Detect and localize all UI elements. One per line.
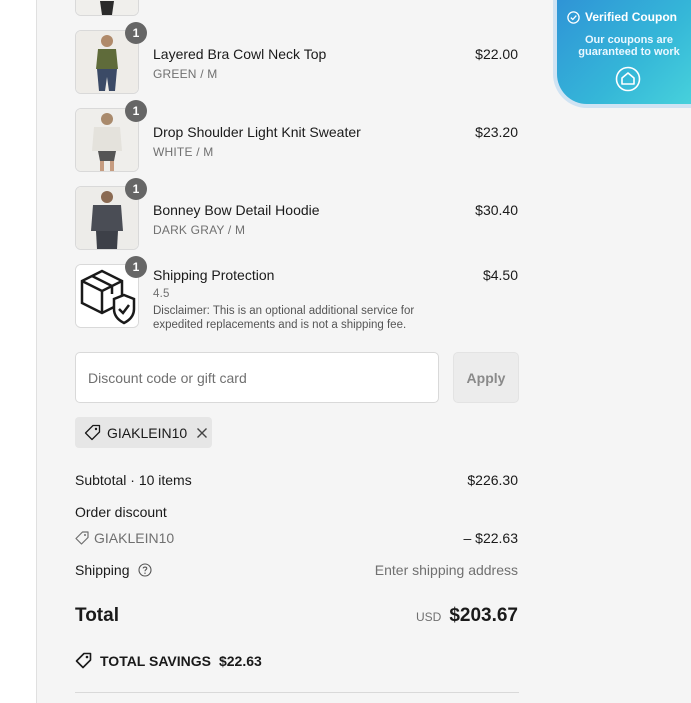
product-variant: DARK GRAY / M	[153, 223, 246, 237]
shipping-row: Shipping	[75, 562, 152, 578]
check-circle-icon	[567, 10, 580, 24]
quantity-badge: 1	[125, 178, 147, 200]
total-savings: TOTAL SAVINGS $22.63	[75, 652, 262, 669]
total-amount: $203.67	[449, 605, 518, 626]
shipping-protection-price: $4.50	[482, 267, 518, 283]
coupon-widget-title-text: Verified Coupon	[585, 10, 678, 24]
divider	[75, 692, 519, 693]
savings-label: TOTAL SAVINGS	[100, 652, 211, 669]
savings-tag-icon	[75, 652, 92, 669]
product-thumbnail: 1	[75, 22, 147, 94]
order-discount-label: Order discount	[75, 504, 167, 520]
product-photo	[76, 0, 138, 15]
left-panel-edge	[0, 0, 37, 703]
order-discount-code: GIAKLEIN10	[75, 530, 174, 546]
product-price: $23.20	[475, 124, 518, 140]
shipping-label: Shipping	[75, 562, 130, 578]
product-name: Bonney Bow Detail Hoodie	[153, 202, 320, 218]
shipping-protection-rating: 4.5	[153, 288, 170, 300]
subtotal-label: Subtotal · 10 items	[75, 472, 192, 488]
product-name: Drop Shoulder Light Knit Sweater	[153, 124, 361, 140]
product-price: $22.00	[475, 46, 518, 62]
apply-discount-button[interactable]: Apply	[453, 352, 519, 403]
discount-code-input[interactable]	[75, 352, 439, 403]
shipping-protection-name: Shipping Protection	[153, 267, 275, 283]
coupon-logo-icon	[615, 66, 641, 92]
coupon-widget-title: Verified Coupon	[567, 10, 677, 24]
product-variant: GREEN / M	[153, 67, 218, 81]
total-label: Total	[75, 605, 119, 626]
total-value-group: USD $203.67	[416, 605, 518, 627]
checkout-page: 1 Layered Bra Cowl Neck Top GREEN / M $2…	[0, 0, 691, 703]
quantity-badge: 1	[125, 100, 147, 122]
tag-icon	[84, 424, 101, 441]
shipping-protection-thumbnail: 1	[75, 256, 147, 328]
coupon-widget-subtitle: Our coupons are guaranteed to work	[578, 34, 680, 58]
remove-discount-icon[interactable]	[196, 427, 208, 439]
help-icon[interactable]	[138, 563, 152, 577]
product-name: Layered Bra Cowl Neck Top	[153, 46, 327, 62]
product-variant: WHITE / M	[153, 145, 214, 159]
product-thumbnail-cropped	[75, 0, 139, 16]
product-thumbnail: 1	[75, 100, 147, 172]
verified-coupon-widget[interactable]: Verified Coupon Our coupons are guarante…	[553, 0, 691, 108]
shipping-protection-disclaimer: Disclaimer: This is an optional addition…	[153, 305, 415, 331]
currency-code: USD	[415, 610, 442, 624]
order-discount-value: – $22.63	[463, 530, 519, 546]
quantity-badge: 1	[125, 256, 147, 278]
quantity-badge: 1	[125, 22, 147, 44]
subtotal-value: $226.30	[467, 472, 518, 488]
shipping-value: Enter shipping address	[374, 562, 518, 578]
product-price: $30.40	[475, 202, 518, 218]
applied-discount-chip: GIAKLEIN10	[75, 417, 212, 448]
applied-discount-code: GIAKLEIN10	[107, 424, 188, 441]
order-discount-code-text: GIAKLEIN10	[94, 530, 175, 546]
tag-icon	[75, 531, 89, 545]
product-thumbnail: 1	[75, 178, 147, 250]
savings-amount: $22.63	[218, 652, 262, 669]
